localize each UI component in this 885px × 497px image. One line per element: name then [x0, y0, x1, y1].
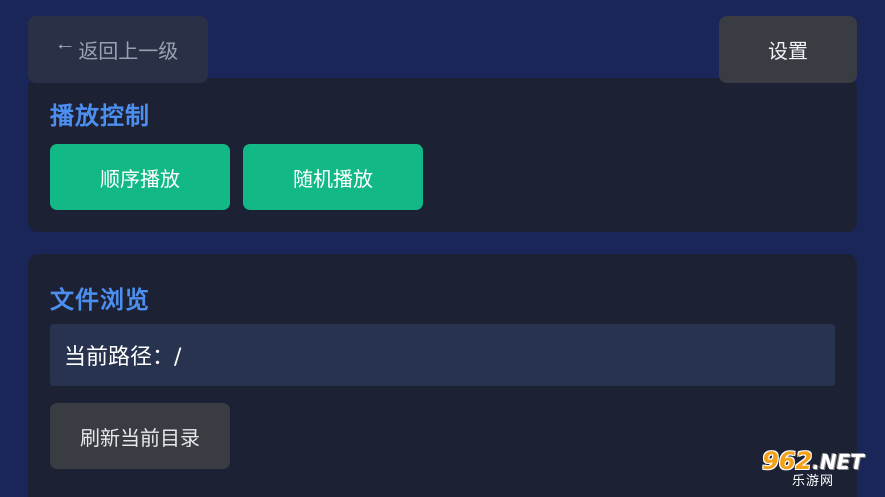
arrow-left-icon: 🠀	[57, 36, 73, 58]
watermark-main: 962	[762, 446, 813, 475]
settings-label: 设置	[768, 39, 808, 63]
current-path-text: 当前路径：/	[64, 345, 182, 370]
playback-panel: 播放控制 顺序播放 随机播放	[28, 78, 857, 232]
site-watermark-logo: 962.NET 乐游网	[745, 446, 881, 492]
watermark-suffix: .NET	[812, 449, 864, 474]
watermark-sub: 乐游网	[791, 473, 834, 489]
settings-button[interactable]: 设置	[719, 16, 857, 83]
file-browser-title: 文件浏览	[50, 286, 150, 314]
back-button[interactable]: 🠀 返回上一级	[28, 16, 208, 83]
file-browser-panel: 文件浏览 当前路径：/ 刷新当前目录	[28, 254, 857, 497]
back-label: 返回上一级	[78, 39, 179, 63]
refresh-directory-button[interactable]: 刷新当前目录	[50, 403, 230, 469]
shuffle-play-button[interactable]: 随机播放	[243, 144, 423, 210]
current-path-display: 当前路径：/	[50, 324, 835, 386]
sequential-play-button[interactable]: 顺序播放	[50, 144, 230, 210]
playback-title: 播放控制	[50, 102, 150, 130]
